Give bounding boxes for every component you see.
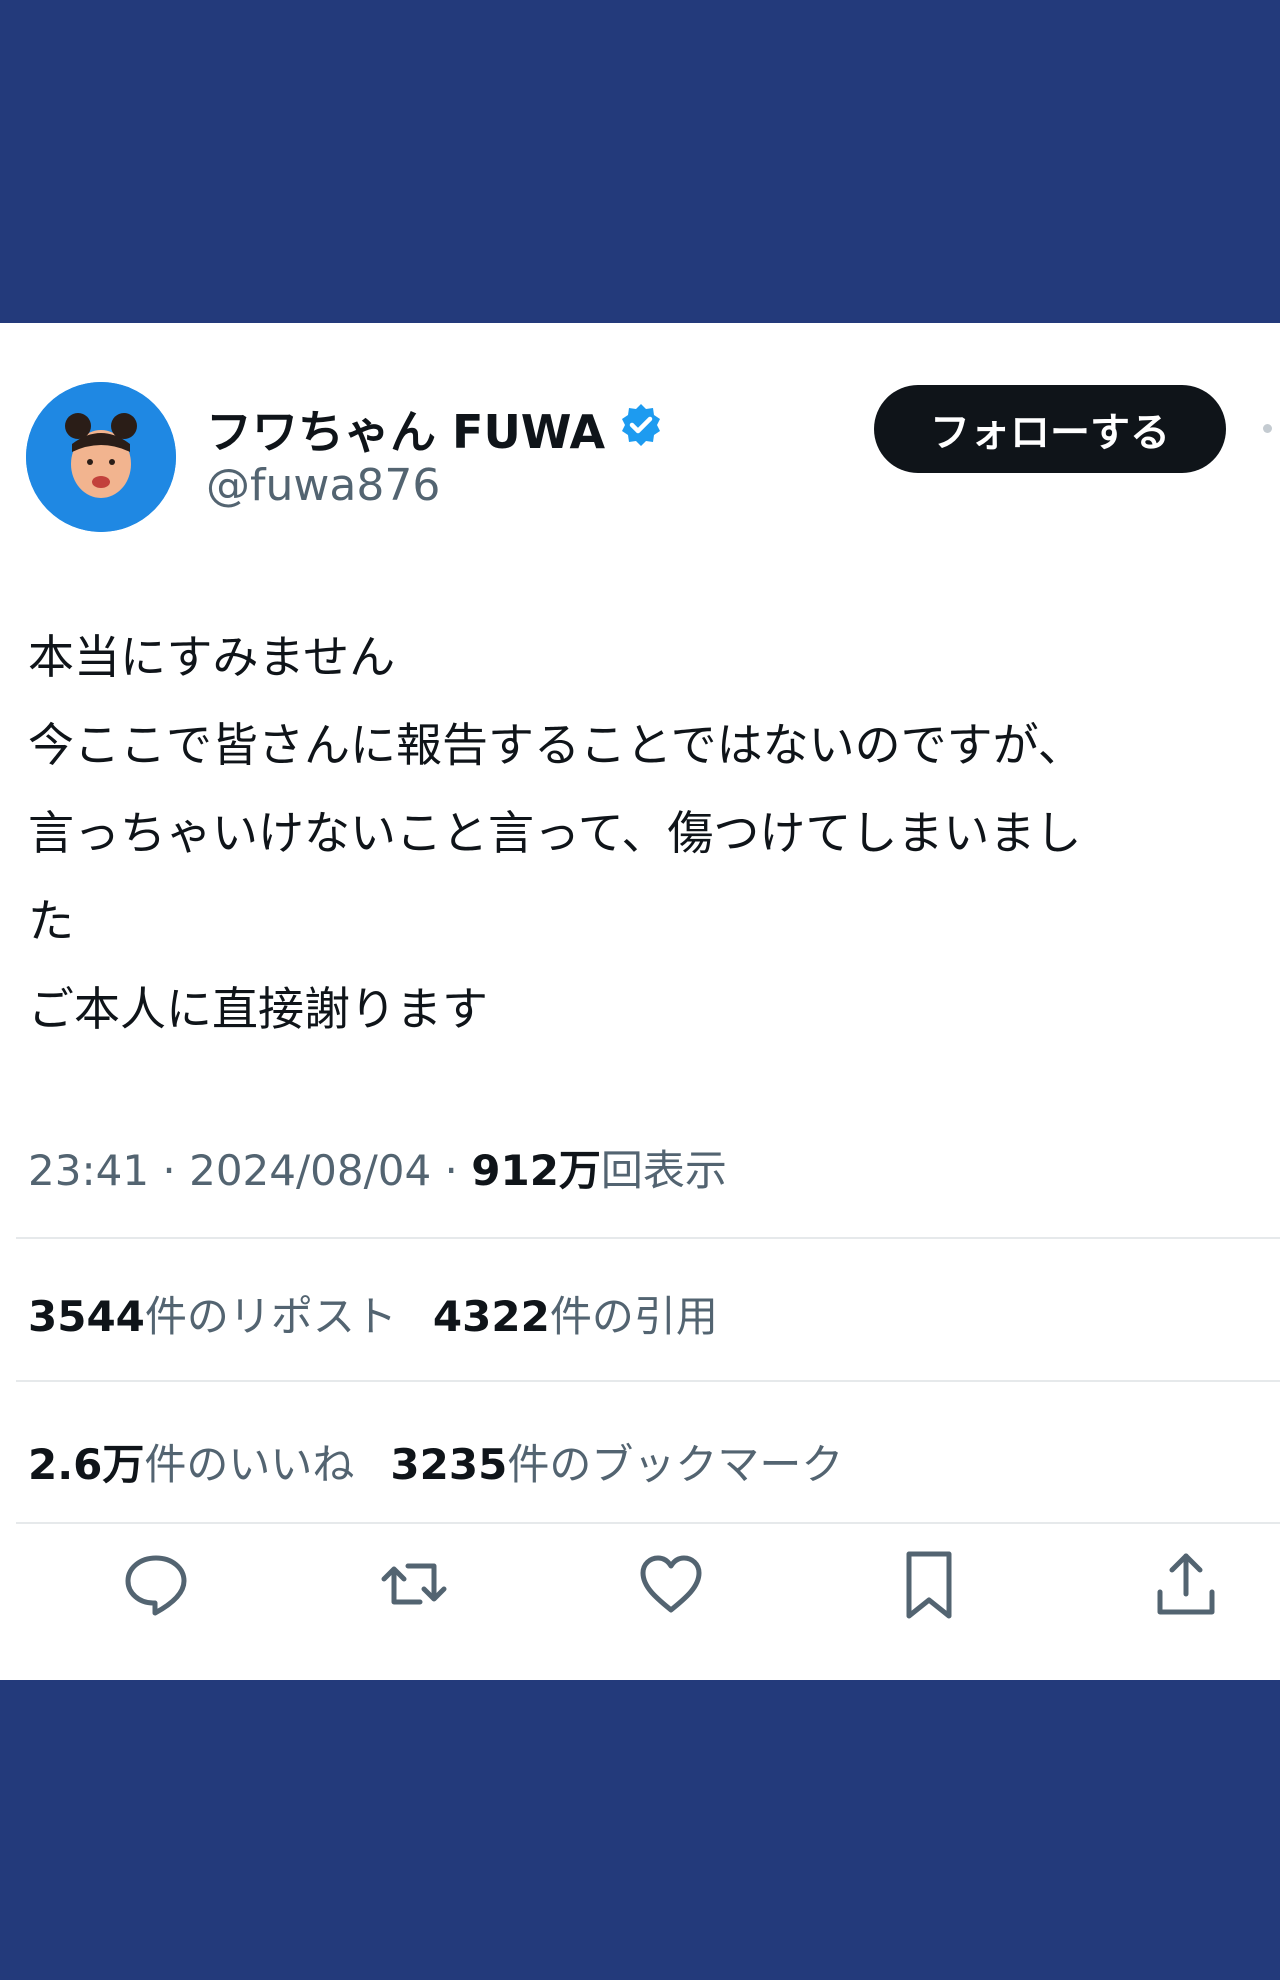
bookmarks-stat[interactable]: 3235件のブックマーク [390,1440,843,1489]
display-name[interactable]: フワちゃん FUWA [206,396,605,462]
tweet-text: 本当にすみません 今ここで皆さんに報告することではないのですが、 言っちゃいけな… [28,613,1268,1053]
share-icon[interactable] [1148,1546,1224,1622]
tweet-text-line: 本当にすみません [28,630,396,684]
reposts-count: 3544 [28,1292,145,1341]
tweet-date[interactable]: 2024/08/04 [189,1146,431,1195]
bookmark-icon[interactable] [891,1546,967,1622]
divider [16,1237,1280,1239]
tweet-text-line: た [28,894,74,948]
likes-count: 2.6万 [28,1440,145,1489]
quotes-stat[interactable]: 4322件の引用 [433,1292,718,1341]
quotes-count: 4322 [432,1292,550,1341]
divider [16,1380,1280,1382]
user-handle[interactable]: @fuwa876 [206,460,440,511]
reposts-stat[interactable]: 3544件のリポスト [28,1292,397,1341]
likes-label: 件のいいね [144,1440,355,1489]
views-label: 回表示 [600,1146,727,1195]
tweet-time[interactable]: 23:41 [28,1146,149,1195]
avatar-photo [26,382,176,532]
verified-badge-icon [618,402,664,448]
like-icon[interactable] [633,1546,709,1622]
meta-separator: · [431,1146,472,1195]
more-options-icon[interactable] [1263,424,1272,433]
tweet-meta: 23:41 · 2024/08/04 · 912万回表示 [28,1137,727,1198]
likes-stat[interactable]: 2.6万件のいいね [28,1440,354,1489]
meta-separator: · [149,1146,190,1195]
bookmarks-count: 3235 [390,1440,508,1489]
views-count: 912万 [471,1146,601,1195]
divider [16,1522,1280,1524]
tweet-card: フワちゃん FUWA @fuwa876 フォローする 本当にすみません 今ここで… [0,323,1280,1680]
quotes-label: 件の引用 [549,1292,718,1341]
retweet-icon[interactable] [376,1546,452,1622]
stats-row-reposts: 3544件のリポスト 4322件の引用 [28,1283,718,1344]
avatar[interactable] [26,382,176,532]
reply-icon[interactable] [118,1546,194,1622]
follow-button[interactable]: フォローする [874,385,1226,473]
reposts-label: 件のリポスト [144,1292,397,1341]
tweet-text-line: 言っちゃいけないこと言って、傷つけてしまいまし [28,806,1082,860]
tweet-text-line: 今ここで皆さんに報告することではないのですが、 [28,718,1084,772]
action-bar [0,1546,1280,1622]
bookmarks-label: 件のブックマーク [507,1440,844,1489]
stats-row-likes: 2.6万件のいいね 3235件のブックマーク [28,1431,843,1492]
tweet-text-line: ご本人に直接謝ります [28,982,488,1036]
